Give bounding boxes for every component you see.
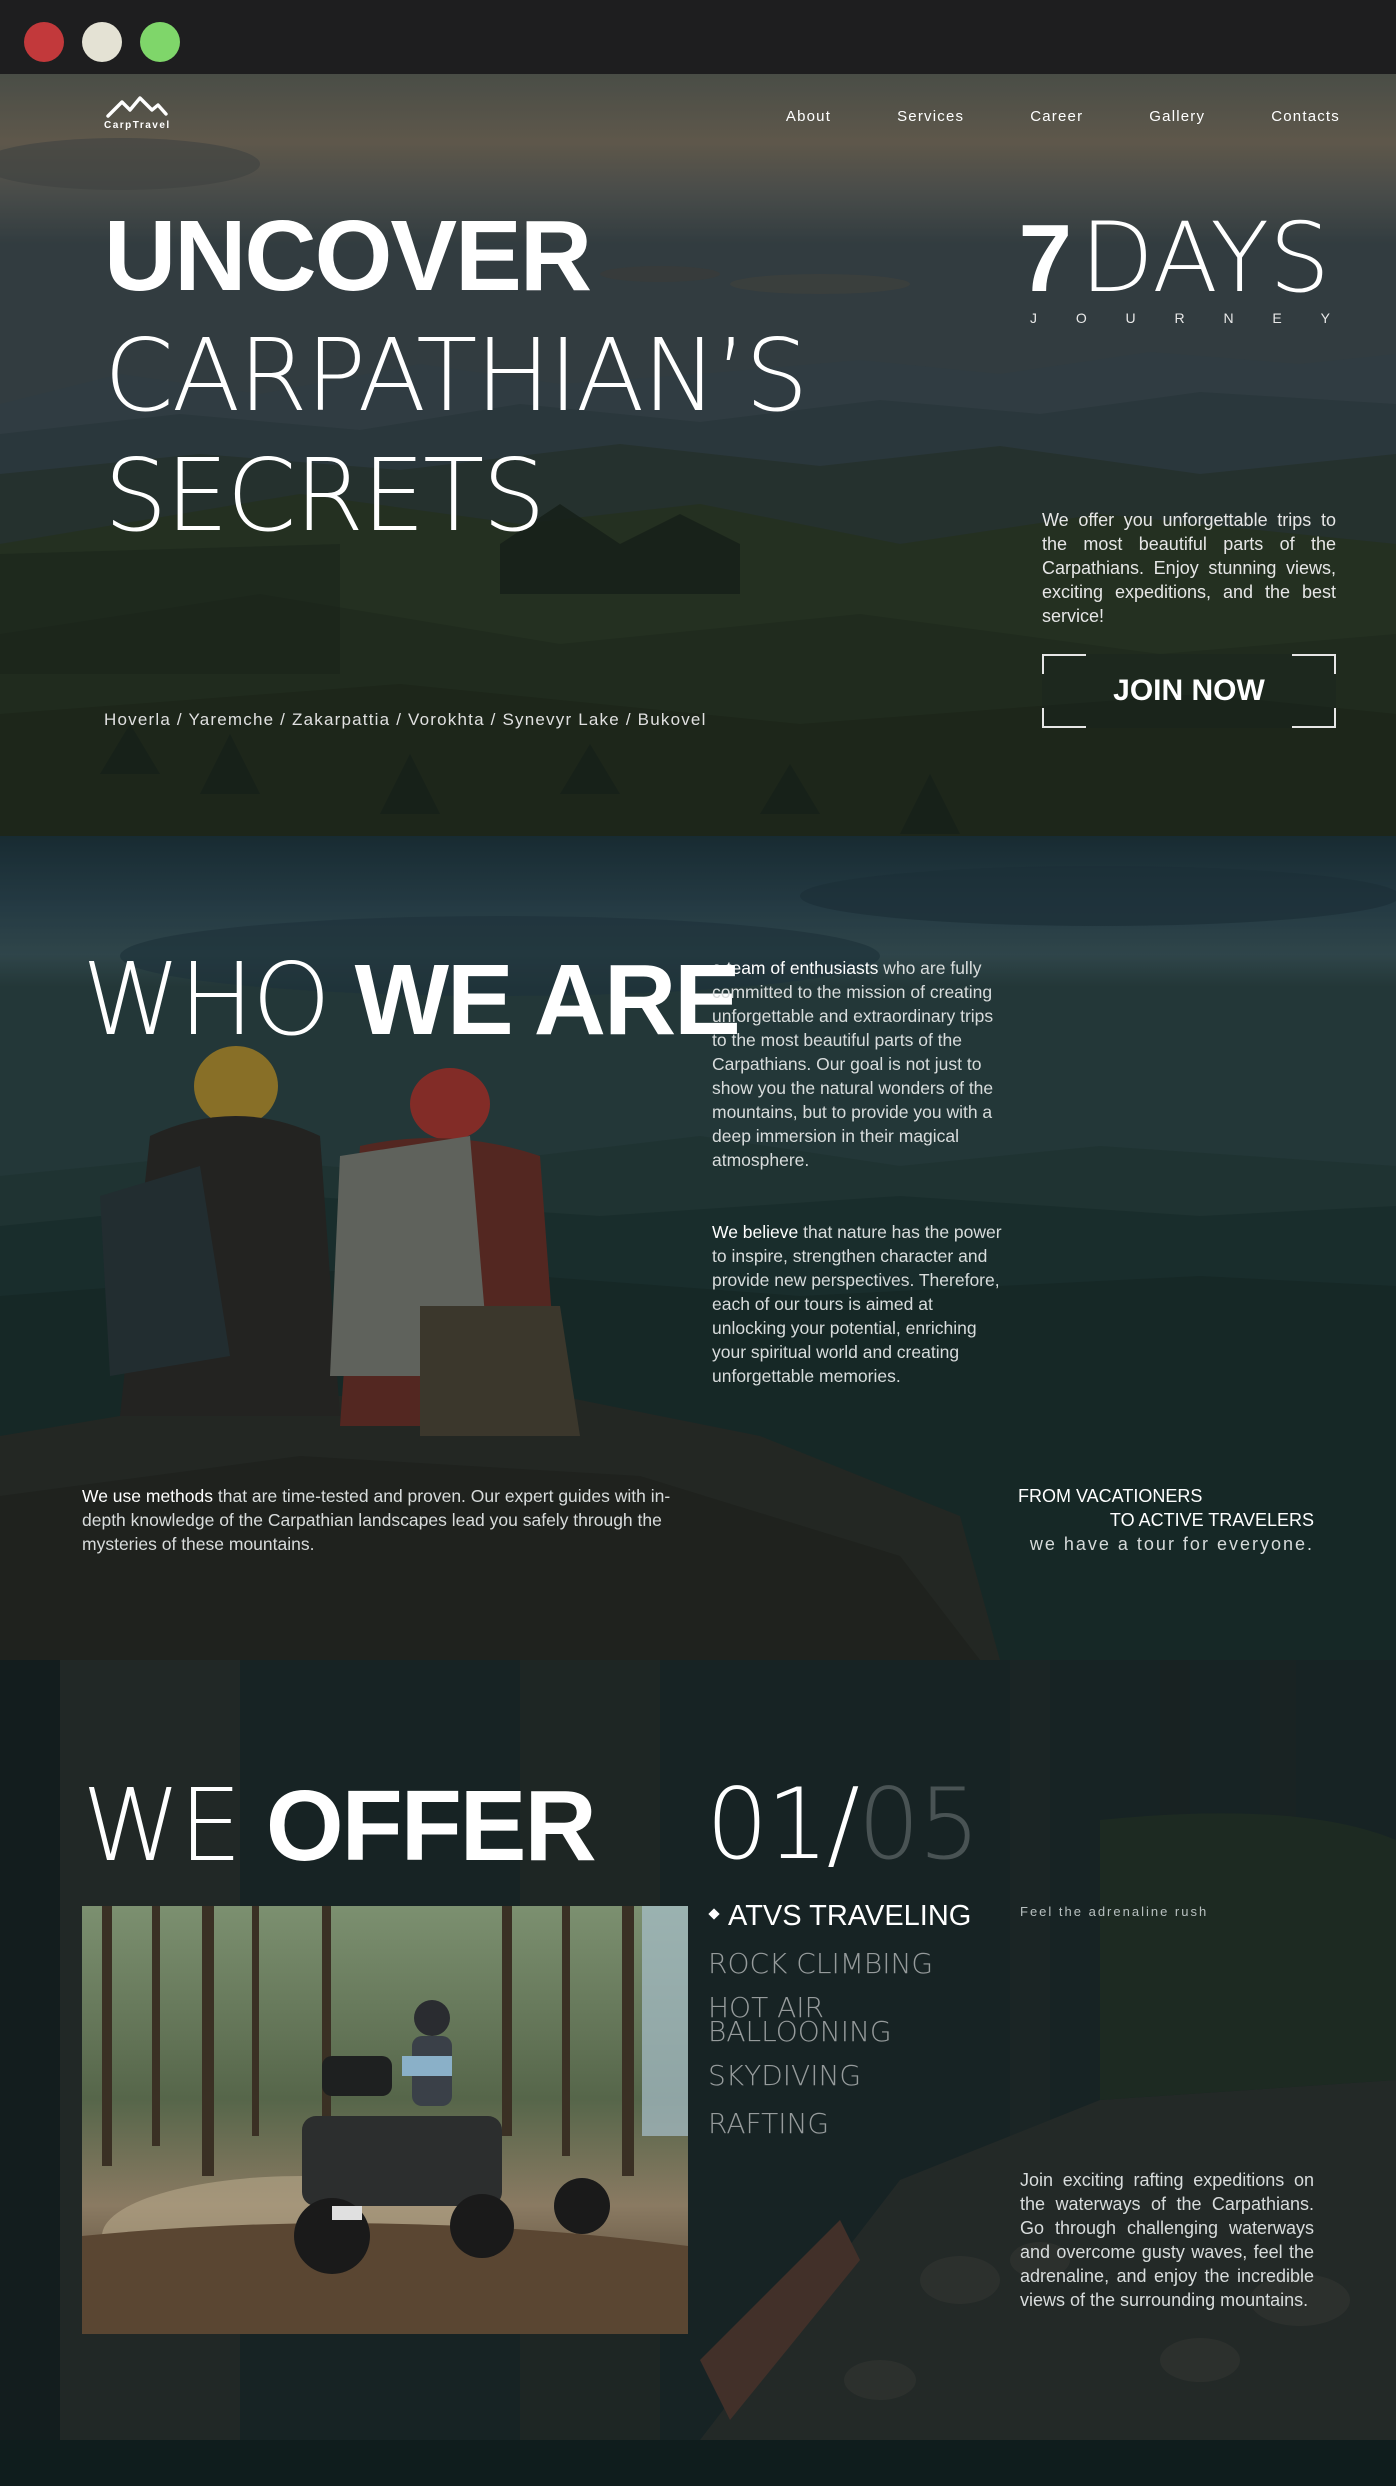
journey-letter: U <box>1125 310 1136 326</box>
join-now-label: JOIN NOW <box>1113 674 1265 707</box>
journey-letter: E <box>1272 310 1282 326</box>
mountain-logo-icon <box>106 96 168 118</box>
who-paragraph-2: We believe that nature has the power to … <box>712 1220 1002 1388</box>
hero-title-uncover: UNCOVER <box>104 200 592 312</box>
days-number: 7 <box>1018 205 1072 312</box>
paragraph-lead: We believe <box>712 1222 799 1242</box>
counter-total: 05 <box>857 1768 981 1882</box>
button-corner <box>1292 708 1336 728</box>
nav-services[interactable]: Services <box>897 108 964 125</box>
atv-photo <box>82 1906 688 2334</box>
carptravel-logo[interactable]: CarpTravel <box>104 96 171 136</box>
journey-letter: Y <box>1320 310 1330 326</box>
who-paragraph-3: We use methods that are time-tested and … <box>82 1484 682 1556</box>
journey-letter: R <box>1174 310 1185 326</box>
journey-letter: O <box>1075 310 1087 326</box>
offer-item-atvs[interactable]: ATVS TRAVELING <box>708 1900 1028 1932</box>
journey-letter: J <box>1030 310 1037 326</box>
slide-counter: 01/05 <box>706 1776 980 1874</box>
hero-description: We offer you unforgettable trips to the … <box>1042 510 1336 626</box>
from-line-2: TO ACTIVE TRAVELERS <box>1109 1510 1314 1530</box>
offer-title-light: WE <box>82 1767 242 1884</box>
close-window-button[interactable] <box>24 22 64 62</box>
paragraph-lead: We use methods <box>82 1486 213 1506</box>
who-paragraph-1: a team of enthusiasts who are fully comm… <box>712 956 1002 1172</box>
nav-career[interactable]: Career <box>1030 108 1083 125</box>
from-vacationers-block: FROM VACATIONERS TO ACTIVE TRAVELERS we … <box>1018 1484 1314 1556</box>
days-badge: 7DAYS <box>1019 210 1330 307</box>
join-now-button[interactable]: JOIN NOW <box>1042 654 1336 728</box>
from-line-1: FROM VACATIONERS <box>1018 1486 1203 1506</box>
offer-list: ATVS TRAVELING ROCK CLIMBING HOT AIR BAL… <box>708 1900 1028 2156</box>
active-bullet-icon <box>708 1908 720 1921</box>
journey-label: J O U R N E Y <box>1030 310 1330 326</box>
from-line-3: we have a tour for everyone. <box>1029 1534 1314 1554</box>
offer-item-rock-climbing[interactable]: ROCK CLIMBING <box>708 1948 1028 1980</box>
minimize-window-button[interactable] <box>82 22 122 62</box>
button-corner <box>1042 654 1086 674</box>
atv-rider-image <box>82 1906 688 2334</box>
maximize-window-button[interactable] <box>140 22 180 62</box>
logo-text: CarpTravel <box>104 120 171 131</box>
hero-title-carpathians: CARPATHIAN’S <box>104 317 809 434</box>
button-corner <box>1042 708 1086 728</box>
offer-title-bold: OFFER <box>265 1770 597 1882</box>
nav-gallery[interactable]: Gallery <box>1149 108 1205 125</box>
nav-about[interactable]: About <box>786 108 831 125</box>
who-title-bold: WE ARE <box>354 944 741 1056</box>
offer-item-label: ATVS TRAVELING <box>728 1900 972 1932</box>
offer-tagline: Feel the adrenaline rush <box>1020 1904 1209 1919</box>
who-title-light: WHO <box>82 941 331 1058</box>
paragraph-lead: a team of enthusiasts <box>712 958 879 978</box>
button-corner <box>1292 654 1336 674</box>
offer-item-hot-air-ballooning[interactable]: HOT AIR BALLOONING <box>708 1994 908 2046</box>
nav-contacts[interactable]: Contacts <box>1271 108 1340 125</box>
footer-strip <box>0 2440 1396 2486</box>
window-titlebar <box>0 0 1396 74</box>
we-offer-title: WE OFFER <box>82 1776 597 1877</box>
offer-item-skydiving[interactable]: SKYDIVING <box>708 2060 1028 2092</box>
offer-description: Join exciting rafting expeditions on the… <box>1020 2170 1314 2310</box>
main-nav: About Services Career Gallery Contacts <box>720 108 1340 125</box>
hero-title-secrets: SECRETS <box>104 437 546 554</box>
days-word: DAYS <box>1079 202 1330 314</box>
paragraph-text: that nature has the power to inspire, st… <box>712 1222 1002 1386</box>
places-list: Hoverla / Yaremche / Zakarpattia / Vorok… <box>104 710 707 729</box>
journey-letter: N <box>1223 310 1234 326</box>
paragraph-text: who are fully committed to the mission o… <box>712 958 994 1170</box>
who-we-are-title: WHO WE ARE <box>82 950 741 1051</box>
offer-item-rafting[interactable]: RAFTING <box>708 2108 1028 2140</box>
counter-current: 01/ <box>706 1768 860 1882</box>
